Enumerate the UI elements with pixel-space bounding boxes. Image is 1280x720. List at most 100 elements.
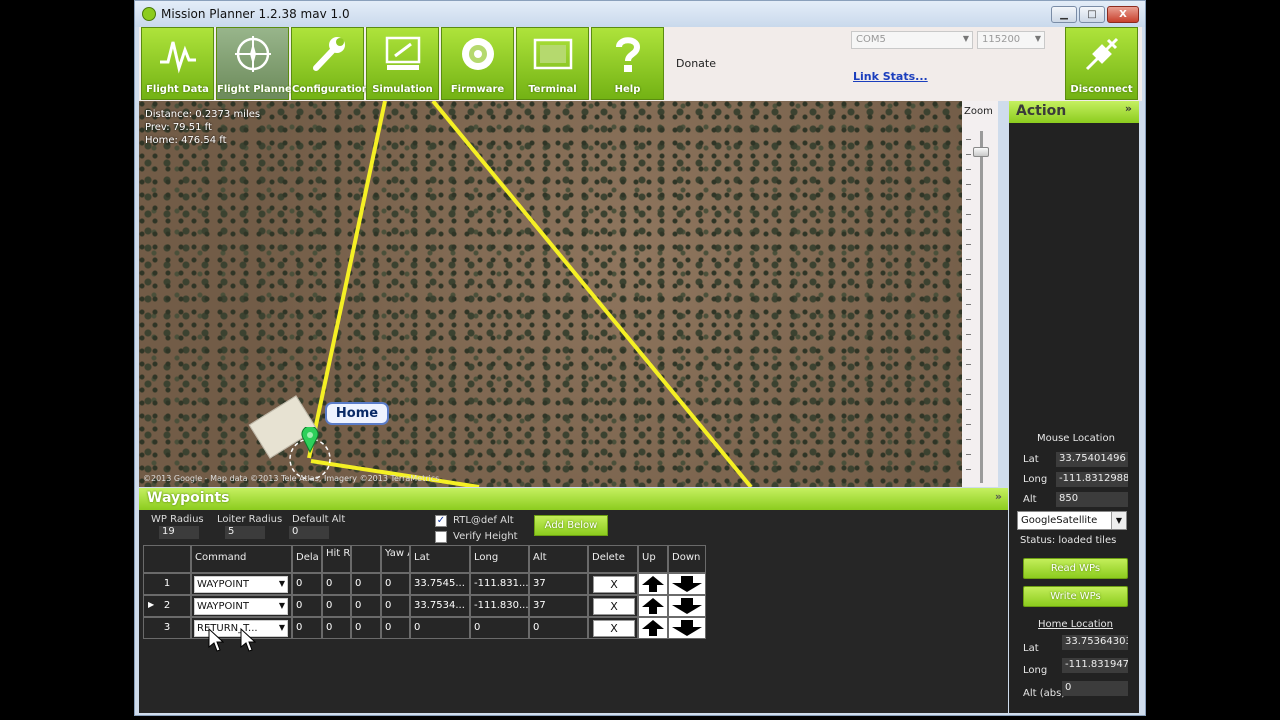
baud-rate-value: 115200: [982, 34, 1021, 45]
dela-cell[interactable]: 0: [292, 595, 322, 617]
configuration-button[interactable]: Configuration: [291, 27, 369, 100]
close-button[interactable]: X: [1107, 6, 1139, 23]
collapse-chevron-icon[interactable]: »: [995, 490, 1002, 503]
col-header-long[interactable]: Long: [470, 545, 529, 573]
home-location-link[interactable]: Home Location: [1038, 619, 1113, 630]
row-number: 1: [143, 573, 191, 595]
arrow-up-icon[interactable]: [642, 576, 664, 592]
col-header-alt[interactable]: Alt: [529, 545, 588, 573]
com-port-select[interactable]: COM5 ▼: [851, 31, 973, 49]
chevron-down-icon: ▼: [278, 579, 285, 588]
lat-cell[interactable]: 33.7545...: [410, 573, 470, 595]
verify-height-checkbox[interactable]: [435, 531, 447, 543]
zoom-tick: [966, 469, 971, 470]
chevron-down-icon: ▼: [1034, 34, 1041, 43]
long-cell[interactable]: -111.831...: [470, 573, 529, 595]
arrow-down-icon[interactable]: [672, 620, 702, 636]
map-type-value: GoogleSatellite: [1021, 515, 1098, 526]
satellite-map[interactable]: Home Distance: 0.2373 miles Prev: 79.51 …: [139, 101, 962, 487]
lat-cell[interactable]: 0: [410, 617, 470, 639]
loiter-radius-input[interactable]: 5: [225, 526, 265, 539]
delete-row-button[interactable]: X: [593, 598, 635, 615]
mouse-long-label: Long: [1023, 474, 1048, 485]
home-marker-icon[interactable]: [301, 427, 319, 453]
hit-rad-cell[interactable]: 0: [322, 595, 351, 617]
dela-cell[interactable]: 0: [292, 573, 322, 595]
action-header[interactable]: Action »: [1009, 101, 1139, 123]
help-button[interactable]: Help: [591, 27, 664, 100]
arrow-down-icon[interactable]: [672, 576, 702, 592]
alt-cell[interactable]: 37: [529, 573, 588, 595]
col-header-index: [143, 545, 191, 573]
write-wps-button[interactable]: Write WPs: [1023, 586, 1128, 607]
zoom-slider-thumb[interactable]: [973, 147, 989, 157]
simulation-button[interactable]: Simulation: [366, 27, 439, 100]
param3-cell[interactable]: 0: [351, 573, 381, 595]
command-select[interactable]: WAYPOINT ▼: [194, 598, 288, 615]
hit-rad-cell[interactable]: 0: [322, 573, 351, 595]
alt-cell[interactable]: 0: [529, 617, 588, 639]
zoom-tick: [966, 184, 971, 185]
link-stats-link[interactable]: Link Stats...: [853, 70, 928, 83]
zoom-tick: [966, 439, 971, 440]
chevron-down-icon: ▼: [1111, 512, 1126, 529]
col-header-hit-rad[interactable]: Hit Rad: [322, 545, 351, 573]
com-port-value: COM5: [856, 34, 886, 45]
rtl-def-alt-checkbox[interactable]: ✓: [435, 515, 447, 527]
zoom-slider-track[interactable]: [980, 131, 983, 483]
command-cell: WAYPOINT ▼: [191, 595, 292, 617]
param3-cell[interactable]: 0: [351, 595, 381, 617]
terminal-button[interactable]: Terminal: [516, 27, 589, 100]
default-alt-input[interactable]: 0: [289, 526, 329, 539]
yaw-ang-cell[interactable]: 0: [381, 573, 410, 595]
col-header-param3[interactable]: [351, 545, 381, 573]
mouse-cursor-icon: [208, 628, 224, 652]
zoom-tick: [966, 274, 971, 275]
zoom-tick: [966, 424, 971, 425]
arrow-up-icon[interactable]: [642, 598, 664, 614]
delete-row-button[interactable]: X: [593, 576, 635, 593]
firmware-button[interactable]: Firmware: [441, 27, 514, 100]
donate-link[interactable]: Donate: [676, 57, 716, 70]
waypoints-header[interactable]: Waypoints »: [139, 488, 1008, 510]
long-cell[interactable]: 0: [470, 617, 529, 639]
home-label: Home: [325, 402, 389, 425]
lat-cell[interactable]: 33.7534...: [410, 595, 470, 617]
col-header-command[interactable]: Command: [191, 545, 292, 573]
flight-planner-button[interactable]: Flight Planner: [216, 27, 297, 100]
mouse-alt-label: Alt: [1023, 494, 1037, 505]
home-alt-value[interactable]: 0: [1062, 681, 1128, 696]
row-number: ▶ 2: [143, 595, 191, 617]
read-wps-button[interactable]: Read WPs: [1023, 558, 1128, 579]
map-type-select[interactable]: GoogleSatellite ▼: [1017, 511, 1127, 530]
yaw-ang-cell[interactable]: 0: [381, 595, 410, 617]
yaw-ang-cell[interactable]: 0: [381, 617, 410, 639]
add-below-button[interactable]: Add Below: [534, 515, 608, 536]
command-select[interactable]: WAYPOINT ▼: [194, 576, 288, 593]
col-header-yaw-ang[interactable]: Yaw Ang: [381, 545, 410, 573]
zoom-tick: [966, 379, 971, 380]
long-cell[interactable]: -111.830...: [470, 595, 529, 617]
collapse-chevron-icon[interactable]: »: [1125, 102, 1132, 115]
col-header-lat[interactable]: Lat: [410, 545, 470, 573]
minimize-button[interactable]: ▁: [1051, 6, 1077, 23]
mouse-lat-value: 33.75401496: [1056, 452, 1128, 467]
arrow-down-icon[interactable]: [672, 598, 702, 614]
maximize-button[interactable]: □: [1079, 6, 1105, 23]
disconnect-button[interactable]: Disconnect: [1065, 27, 1138, 100]
flight-data-button[interactable]: Flight Data: [141, 27, 214, 100]
arrow-up-icon[interactable]: [642, 620, 664, 636]
baud-rate-select[interactable]: 115200 ▼: [977, 31, 1045, 49]
home-lat-value[interactable]: 33.75364303: [1062, 635, 1128, 650]
param3-cell[interactable]: 0: [351, 617, 381, 639]
wp-radius-input[interactable]: 19: [159, 526, 199, 539]
dela-cell[interactable]: 0: [292, 617, 322, 639]
mouse-location-title: Mouse Location: [1037, 433, 1115, 444]
disconnect-label: Disconnect: [1070, 84, 1133, 95]
hit-rad-cell[interactable]: 0: [322, 617, 351, 639]
col-header-down: Down: [668, 545, 706, 573]
col-header-dela[interactable]: Dela: [292, 545, 322, 573]
alt-cell[interactable]: 37: [529, 595, 588, 617]
delete-row-button[interactable]: X: [593, 620, 635, 637]
home-long-value[interactable]: -111.8319473: [1062, 658, 1128, 673]
